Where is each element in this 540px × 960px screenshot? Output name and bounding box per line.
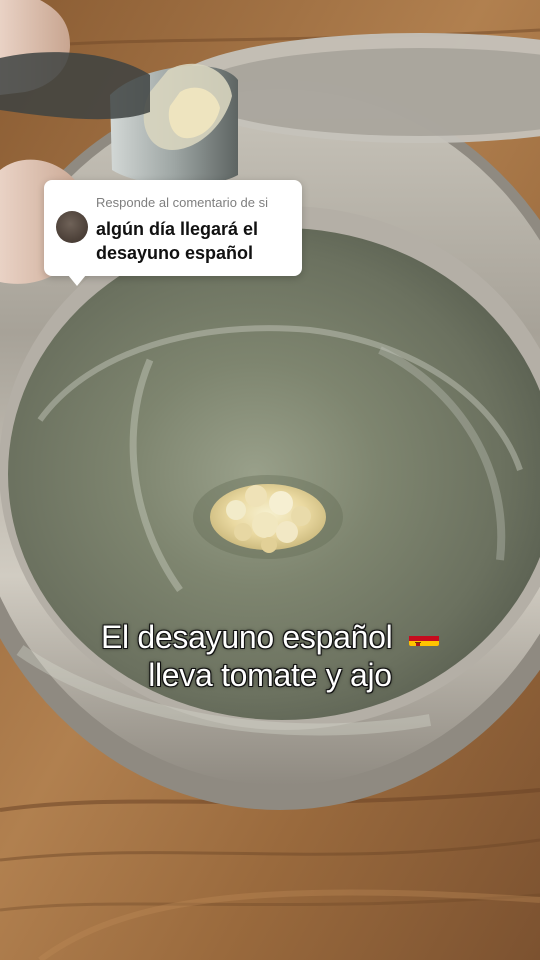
reply-header: Responde al comentario de si (96, 195, 268, 210)
reply-comment-card[interactable]: Responde al comentario de si algún día l… (44, 180, 302, 286)
caption-text-line-1: El desayuno español (100, 619, 393, 655)
caption-line-2: lleva tomate y ajo (148, 657, 392, 693)
cooking-scene (0, 0, 540, 960)
video-caption: El desayuno español lleva tomate y ajo (0, 618, 540, 694)
avatar[interactable] (56, 211, 88, 243)
video-frame[interactable]: Responde al comentario de si algún día l… (0, 0, 540, 960)
reply-card-tail (68, 275, 86, 286)
reply-comment-text: algún día llegará el desayuno español (96, 219, 259, 263)
caption-line-1: El desayuno español (0, 618, 540, 656)
spain-flag-icon (409, 626, 439, 646)
